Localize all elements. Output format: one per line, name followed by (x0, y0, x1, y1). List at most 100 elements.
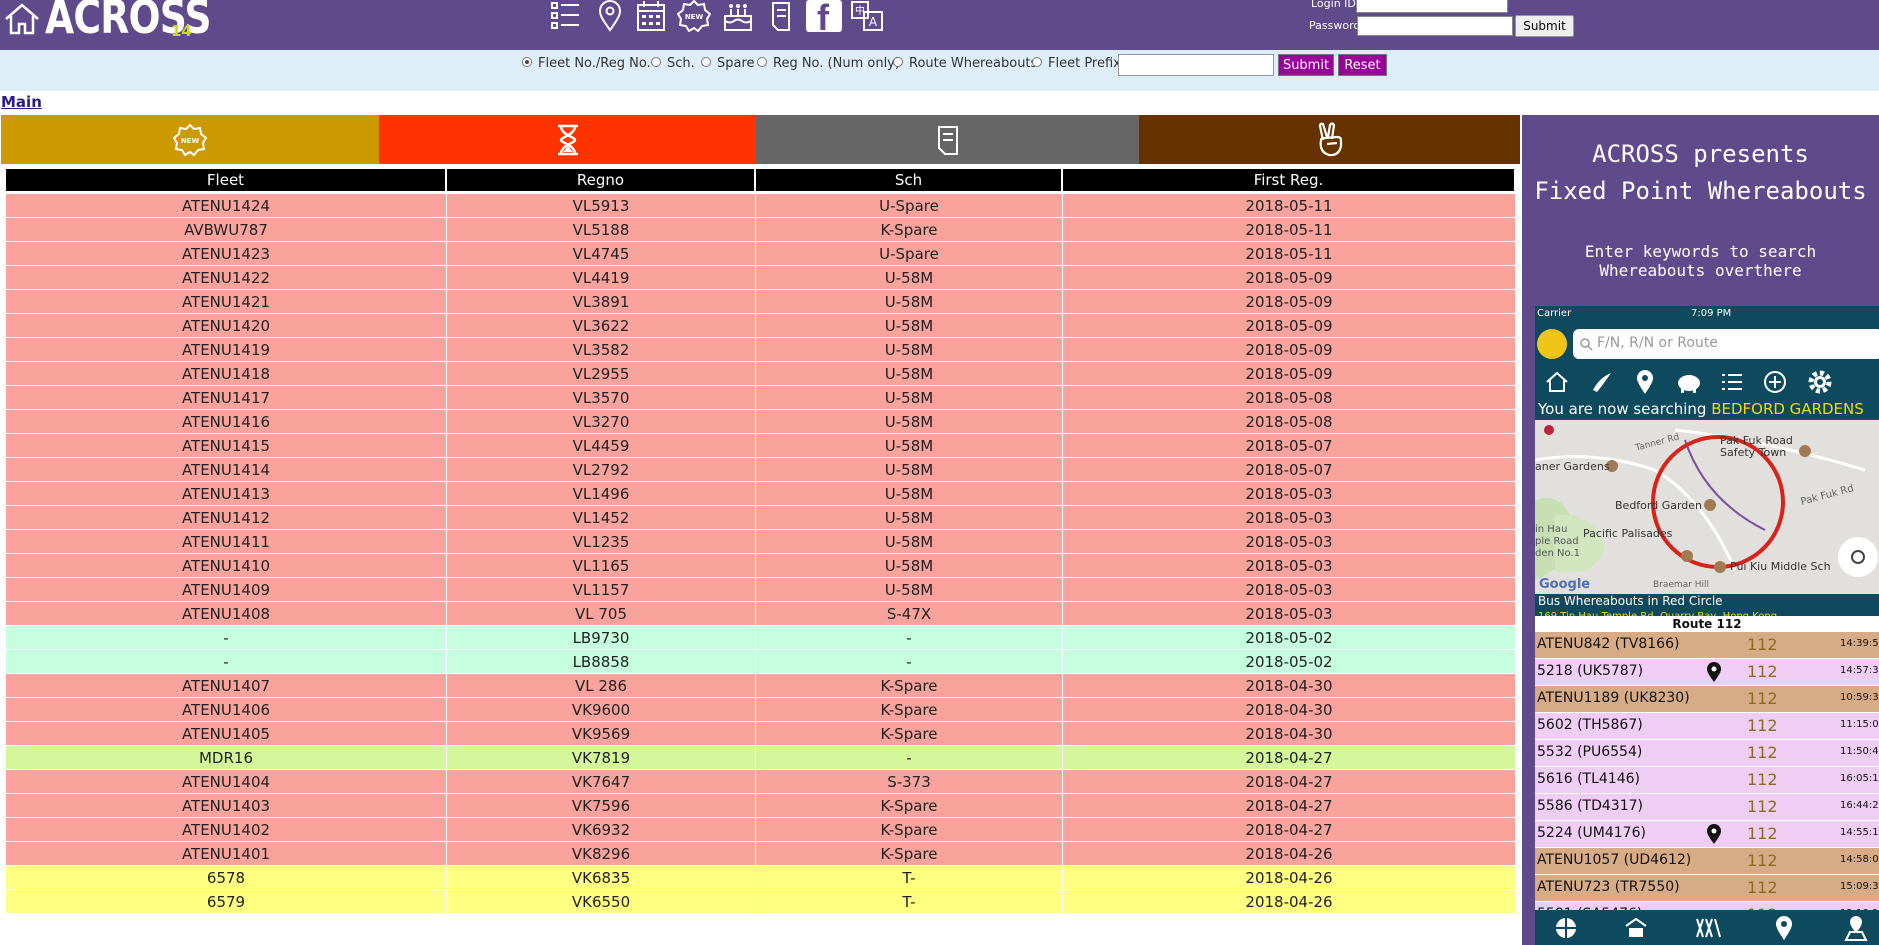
cell-fleet: ATENU1411 (6, 530, 447, 553)
cell-first-reg: 2018-05-03 (1063, 482, 1516, 505)
table-row: ATENU1415 VL4459 U-58M 2018-05-07 (6, 434, 1516, 458)
bus-stop-icon[interactable] (1624, 916, 1648, 940)
table-row: ATENU1417 VL3570 U-58M 2018-05-08 (6, 386, 1516, 410)
cell-sch: - (756, 650, 1063, 673)
tile-new[interactable]: NEW (1, 115, 379, 164)
calendar-icon[interactable] (636, 0, 666, 32)
table-row: ATENU1424 VL5913 U-Spare 2018-05-11 (6, 194, 1516, 218)
bus-time-label: 15:09:35 (1840, 881, 1879, 892)
table-row: ATENU1408 VL 705 S-47X 2018-05-03 (6, 602, 1516, 626)
bus-route-label: 112 (1747, 743, 1778, 762)
map-pin-icon[interactable] (1775, 915, 1793, 941)
cell-first-reg: 2018-05-03 (1063, 554, 1516, 577)
map-pin-icon[interactable] (1706, 823, 1722, 845)
radio-sch[interactable] (651, 57, 661, 67)
gear-icon[interactable] (1807, 369, 1833, 395)
radio-fleet-reg[interactable] (522, 57, 532, 67)
cell-fleet: ATENU1406 (6, 698, 447, 721)
column-header-sch[interactable]: Sch (756, 169, 1063, 191)
bus-list-item[interactable]: 5602 (TH5867) 112 11:15:01 (1535, 713, 1879, 740)
bus-fleet-label: 5224 (UM4176) (1537, 825, 1646, 841)
map-pin-icon[interactable] (1706, 661, 1722, 683)
tile-hourglass[interactable] (379, 115, 756, 164)
document-icon[interactable] (770, 0, 794, 32)
map-location-icon[interactable] (1844, 915, 1868, 941)
bus-list-item[interactable]: 5218 (UK5787) 112 14:57:31 (1535, 659, 1879, 686)
cell-sch: U-58M (756, 362, 1063, 385)
search-submit-button[interactable]: Submit (1278, 54, 1334, 76)
home-icon[interactable] (3, 2, 41, 36)
tile-peace[interactable] (1139, 115, 1520, 164)
comet-icon[interactable] (1589, 370, 1615, 394)
bus-list-item[interactable]: 5224 (UM4176) 112 14:55:12 (1535, 821, 1879, 848)
add-circle-icon[interactable] (1763, 370, 1787, 394)
facebook-icon[interactable]: f (806, 0, 842, 38)
login-id-field[interactable] (1356, 0, 1508, 13)
bus-whereabouts-title: Bus Whereabouts in Red Circle (1538, 594, 1723, 608)
bus-list-item[interactable]: 5532 (PU6554) 112 11:50:44 (1535, 740, 1879, 767)
radio-fleet-prefix[interactable] (1032, 57, 1042, 67)
table-row: - LB9730-2018-05-02 (6, 626, 1516, 650)
bus-list-item[interactable]: 5586 (TD4317) 112 16:44:22 (1535, 794, 1879, 821)
promo-sub-line2: Whereabouts overthere (1599, 261, 1802, 280)
radio-spare-label: Spare (717, 56, 755, 71)
bus-list-item[interactable]: 5616 (TL4146) 112 16:05:17 (1535, 767, 1879, 794)
list-icon[interactable] (1720, 370, 1744, 394)
column-header-fleet[interactable]: Fleet (6, 169, 447, 191)
bus-time-label: 11:50:44 (1840, 746, 1879, 757)
cell-fleet: ATENU1404 (6, 770, 447, 793)
phone-search-bar: F/N, R/N or Route (1535, 322, 1879, 366)
new-badge-icon: NEW (173, 123, 207, 156)
phone-status-bar: Carrier 7:09 PM (1535, 306, 1879, 322)
column-header-first-reg[interactable]: First Reg. (1063, 169, 1516, 191)
password-field[interactable] (1357, 16, 1513, 36)
cell-first-reg: 2018-04-26 (1063, 842, 1516, 865)
radio-reg-num[interactable] (757, 57, 767, 67)
search-reset-button[interactable]: Reset (1338, 54, 1387, 76)
cell-fleet: ATENU1416 (6, 410, 447, 433)
radio-spare[interactable] (701, 57, 711, 67)
piggy-bank-icon[interactable] (1675, 370, 1703, 394)
cell-fleet: ATENU1418 (6, 362, 447, 385)
bus-route-label: 112 (1747, 824, 1778, 843)
table-row: ATENU1403 VK7596 K-Spare 2018-04-27 (6, 794, 1516, 818)
login-submit-button[interactable]: Submit (1515, 15, 1574, 37)
map-view[interactable]: Pak Fuk Road Safety Town Tanner Rd aner … (1535, 420, 1879, 594)
map-pin-icon[interactable] (597, 0, 623, 32)
new-badge-icon[interactable]: NEW (677, 0, 711, 32)
cell-regno: VL4745 (447, 242, 756, 265)
cake-icon[interactable] (722, 0, 754, 32)
column-header-regno[interactable]: Regno (447, 169, 756, 191)
cell-fleet: ATENU1408 (6, 602, 447, 625)
bus-route-label: 112 (1747, 635, 1778, 654)
table-row: 6579 VK6550 T- 2018-04-26 (6, 890, 1516, 914)
main-link[interactable]: Main (1, 93, 42, 111)
map-pin-icon[interactable] (1636, 369, 1654, 395)
map-provider-logo: Google (1539, 577, 1591, 592)
tile-document[interactable] (756, 115, 1139, 164)
bus-list-item[interactable]: ATENU842 (TV8166) 112 14:39:56 (1535, 632, 1879, 659)
translate-icon[interactable]: 中 A (850, 0, 884, 32)
search-input[interactable] (1118, 54, 1274, 76)
bus-fleet-label: ATENU723 (TR7550) (1537, 879, 1680, 895)
cell-sch: U-58M (756, 338, 1063, 361)
home-icon[interactable] (1545, 370, 1569, 394)
bus-list-item[interactable]: ATENU1189 (UK8230) 112 10:59:37 (1535, 686, 1879, 713)
cell-first-reg: 2018-05-11 (1063, 242, 1516, 265)
radio-reg-num-label: Reg No. (Num only) (773, 56, 900, 71)
compass-icon[interactable] (1554, 916, 1578, 940)
radio-route-whereabouts[interactable] (893, 57, 903, 67)
list-icon[interactable] (549, 0, 581, 32)
route-lines-icon[interactable] (1695, 916, 1721, 940)
cell-fleet: ATENU1421 (6, 290, 447, 313)
bus-list-item[interactable]: ATENU1057 (UD4612) 112 14:58:00 (1535, 848, 1879, 875)
bus-fleet-label: 5218 (UK5787) (1537, 663, 1644, 679)
bus-fleet-label: 5602 (TH5867) (1537, 717, 1643, 733)
searching-prefix: You are now searching (1538, 400, 1707, 418)
app-screenshot: Carrier 7:09 PM F/N, R/N or Route You ar… (1535, 306, 1879, 945)
cell-first-reg: 2018-04-26 (1063, 890, 1516, 913)
logo-version: 14 (171, 22, 192, 40)
phone-search-input[interactable]: F/N, R/N or Route (1573, 329, 1879, 359)
carrier-label: Carrier (1537, 308, 1572, 319)
bus-list-item[interactable]: ATENU723 (TR7550) 112 15:09:35 (1535, 875, 1879, 902)
